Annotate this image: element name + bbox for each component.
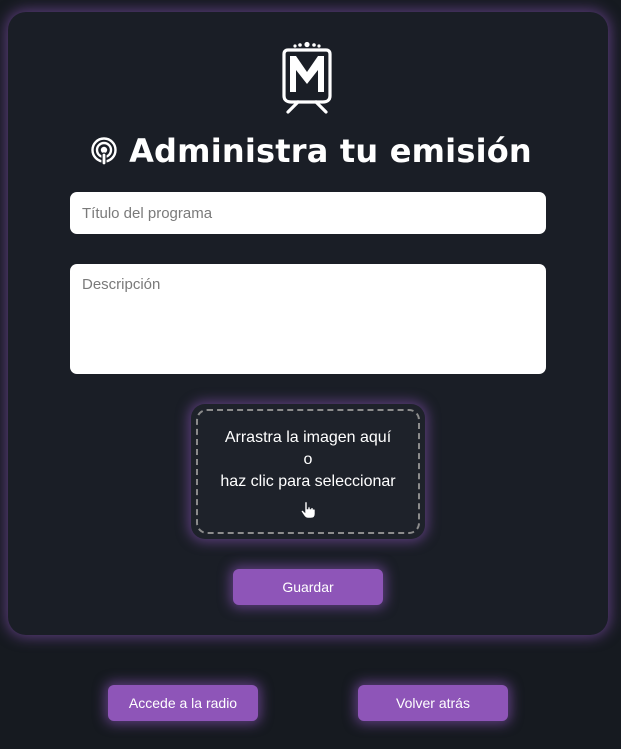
dropzone-text-line1: Arrastra la imagen aquí xyxy=(224,429,392,446)
description-textarea[interactable] xyxy=(70,264,546,374)
page-title: Administra tu emisión xyxy=(129,132,532,170)
program-title-input[interactable] xyxy=(70,192,546,234)
save-button[interactable]: Guardar xyxy=(233,569,383,605)
back-button[interactable]: Volver atrás xyxy=(358,685,508,721)
podcast-icon xyxy=(91,137,117,166)
dropzone-text-line3: haz clic para seleccionar xyxy=(220,473,396,490)
access-radio-button[interactable]: Accede a la radio xyxy=(108,685,258,721)
pointer-hand-icon xyxy=(301,501,316,519)
page-header: Administra tu emisión xyxy=(0,132,621,170)
image-dropzone[interactable]: Arrastra la imagen aquí o haz clic para … xyxy=(191,404,425,539)
radio-mic-logo-icon xyxy=(282,41,332,114)
dropzone-dashed-area: Arrastra la imagen aquí o haz clic para … xyxy=(196,409,420,534)
dropzone-text-line2: o xyxy=(303,451,313,468)
